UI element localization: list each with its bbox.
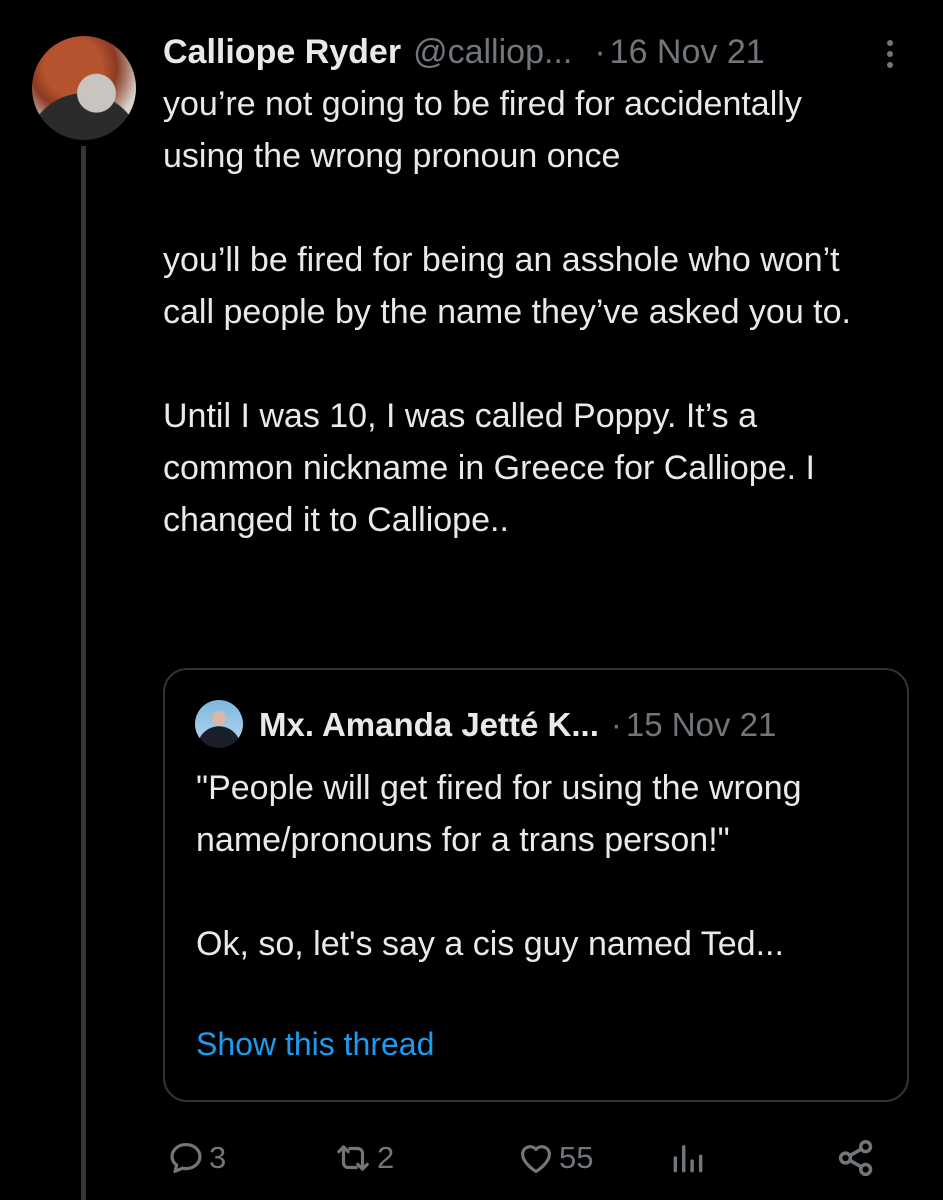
share-button[interactable] [835, 1134, 877, 1182]
quoted-paragraph: "People will get fired for using the wro… [196, 769, 802, 859]
quoted-tweet-text: "People will get fired for using the wro… [196, 762, 886, 970]
quoted-author-avatar [195, 700, 243, 748]
share-icon [835, 1137, 877, 1179]
reply-icon [167, 1139, 205, 1177]
tweet-header: Calliope Ryder @calliop... · 16 Nov 21 [163, 30, 765, 74]
like-count: 55 [559, 1140, 594, 1175]
reply-button[interactable]: 3 [167, 1134, 226, 1182]
header-separator: · [594, 32, 606, 71]
analytics-button[interactable] [669, 1134, 707, 1182]
quoted-tweet-header: Mx. Amanda Jetté K... · 15 Nov 21 [259, 702, 776, 748]
tweet-text: you’re not going to be fired for acciden… [163, 78, 883, 546]
tweet-date[interactable]: 16 Nov 21 [610, 33, 765, 72]
quoted-paragraph: Ok, so, let's say a cis guy named Ted... [196, 925, 784, 963]
retweet-count: 2 [377, 1140, 395, 1175]
reply-count: 3 [209, 1140, 227, 1175]
like-button[interactable]: 55 [517, 1134, 593, 1182]
quoted-header-separator: · [610, 706, 622, 743]
author-avatar[interactable] [32, 36, 136, 140]
quoted-author-name: Mx. Amanda Jetté K... [259, 706, 599, 743]
tweet-paragraph: you’re not going to be fired for acciden… [163, 85, 802, 175]
author-name[interactable]: Calliope Ryder [163, 33, 401, 72]
author-handle[interactable]: @calliop... [413, 33, 572, 72]
thread-line [81, 146, 86, 1200]
tweet[interactable]: Calliope Ryder @calliop... · 16 Nov 21 y… [0, 0, 943, 1200]
show-thread-link[interactable]: Show this thread [196, 1026, 434, 1063]
action-bar: 3 2 55 [163, 1134, 909, 1182]
retweet-icon [333, 1139, 373, 1177]
analytics-icon [669, 1139, 707, 1177]
quoted-tweet[interactable]: Mx. Amanda Jetté K... · 15 Nov 21 "Peopl… [163, 668, 909, 1102]
tweet-paragraph: you’ll be fired for being an asshole who… [163, 241, 851, 331]
more-options-icon[interactable] [878, 32, 902, 76]
like-icon [517, 1139, 555, 1177]
retweet-button[interactable]: 2 [333, 1134, 394, 1182]
tweet-paragraph: Until I was 10, I was called Poppy. It’s… [163, 397, 815, 539]
quoted-tweet-date: 15 Nov 21 [625, 706, 777, 743]
